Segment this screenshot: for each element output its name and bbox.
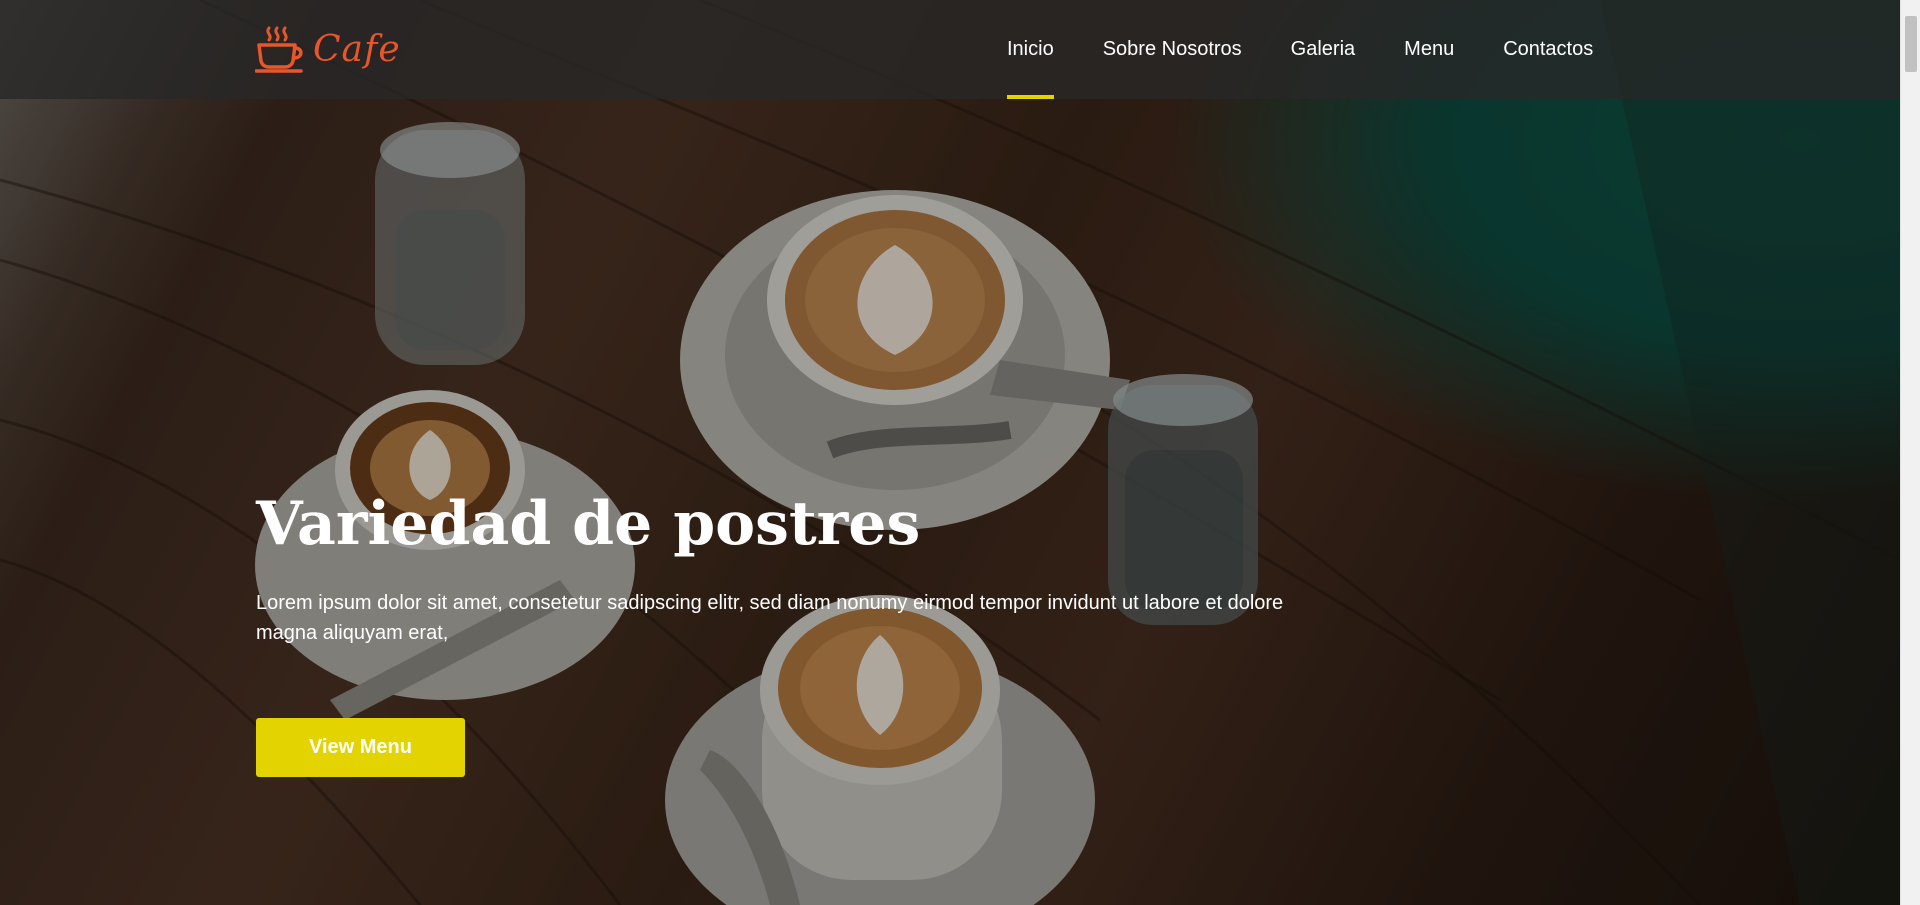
vertical-scrollbar[interactable] <box>1900 0 1920 905</box>
nav-item-menu[interactable]: Menu <box>1404 0 1454 99</box>
brand-logo[interactable]: Cafe <box>255 22 401 76</box>
brand-name: Cafe <box>313 28 401 70</box>
nav-item-galeria[interactable]: Galeria <box>1291 0 1355 99</box>
view-menu-button[interactable]: View Menu <box>256 718 465 777</box>
hero-content: Variedad de postres Lorem ipsum dolor si… <box>256 488 1296 777</box>
nav-item-contactos[interactable]: Contactos <box>1503 0 1593 99</box>
hero-title: Variedad de postres <box>256 489 921 559</box>
nav-item-inicio[interactable]: Inicio <box>1007 0 1054 99</box>
hero-description: Lorem ipsum dolor sit amet, consetetur s… <box>256 592 1284 644</box>
coffee-cup-icon <box>255 26 303 73</box>
nav-item-sobre-nosotros[interactable]: Sobre Nosotros <box>1103 0 1242 99</box>
scrollbar-thumb[interactable] <box>1905 16 1917 72</box>
main-nav: Inicio Sobre Nosotros Galeria Menu Conta… <box>1007 0 1593 99</box>
navbar: Cafe Inicio Sobre Nosotros Galeria Menu … <box>0 0 1900 99</box>
